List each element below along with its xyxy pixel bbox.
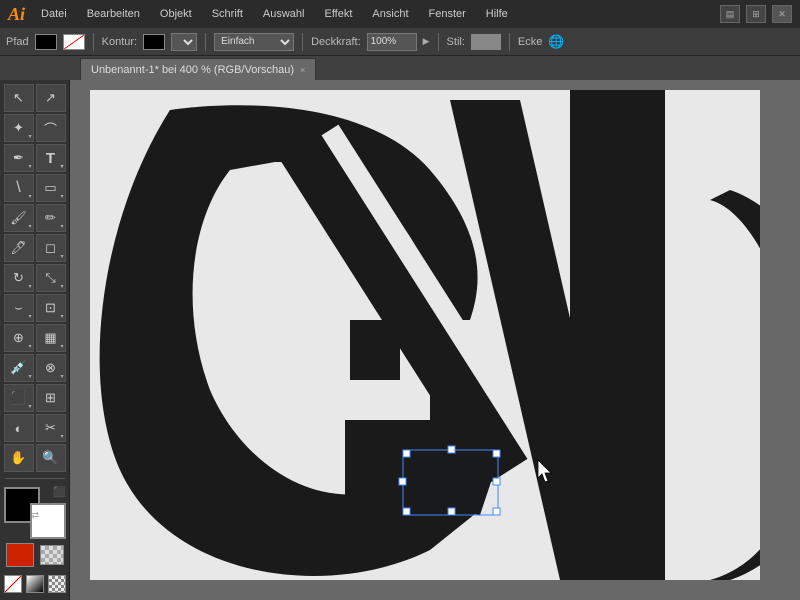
tool-row-11: ⬛▾ ⊞ [2,384,68,412]
shape-tool[interactable]: ▭▾ [36,174,66,202]
menu-objekt[interactable]: Objekt [156,6,196,22]
paintbrush-tool[interactable]: 🖌▾ [4,204,34,232]
magic-wand-tool[interactable]: ✦▾ [4,114,34,142]
pattern-fill-swatch[interactable] [48,575,66,593]
tool-row-9: ⊕▾ ▦▾ [2,324,68,352]
menu-bar: Datei Bearbeiten Objekt Schrift Auswahl … [37,6,512,22]
pencil-tool[interactable]: ✏▾ [36,204,66,232]
arrange-icon[interactable]: ⊞ [746,5,766,23]
eyedropper-tool[interactable]: 💉▾ [4,354,34,382]
tool-row-13: ✋ 🔍 [2,444,68,472]
reset-colors[interactable]: ⬛ [53,487,65,498]
document-tab[interactable]: Unbenannt-1* bei 400 % (RGB/Vorschau) × [80,58,316,80]
rotate-tool[interactable]: ↻▾ [4,264,34,292]
symbol-tool[interactable]: ⊕▾ [4,324,34,352]
fill-swatch[interactable] [35,34,57,50]
tab-title: Unbenannt-1* bei 400 % (RGB/Vorschau) [91,64,294,76]
tool-row-4: \▾ ▭▾ [2,174,68,202]
menu-effekt[interactable]: Effekt [320,6,356,22]
none-swatch[interactable] [4,575,22,593]
scissors-tool[interactable]: ✂▾ [36,414,66,442]
tool-row-3: ✒▾ T▾ [2,144,68,172]
app-logo: Ai [8,4,25,25]
menu-bearbeiten[interactable]: Bearbeiten [83,6,144,22]
canvas-area [70,80,800,600]
zoom-tool[interactable]: 🔍 [36,444,66,472]
options-bar: Pfad Kontur: Einfach Deckkraft: ▶ Stil: … [0,28,800,56]
tool-row-2: ✦▾ ⌒ [2,114,68,142]
hand-tool[interactable]: ✋ [4,444,34,472]
color-swatches: ⬛ ⇄ [4,487,66,540]
ecke-label: Ecke [518,36,542,48]
sep4 [438,33,439,51]
blob-brush-tool[interactable]: 🖊 [4,234,34,262]
color-separator [5,478,65,479]
tool-row-8: ⌣▾ ⊡▾ [2,294,68,322]
menu-schrift[interactable]: Schrift [208,6,247,22]
eraser-tool[interactable]: ◻▾ [36,234,66,262]
swap-colors[interactable]: ⇄ [32,510,40,521]
gradient-tool[interactable]: ◐ [4,414,34,442]
title-right-icons: ▤ ⊞ ✕ [720,5,792,23]
stil-label: Stil: [447,36,465,48]
workspace-icon[interactable]: ▤ [720,5,740,23]
letter-l-bar [570,90,665,580]
menu-ansicht[interactable]: Ansicht [368,6,412,22]
tool-row-5: 🖌▾ ✏▾ [2,204,68,232]
sep2 [205,33,206,51]
free-transform-tool[interactable]: ⊡▾ [36,294,66,322]
line-tool[interactable]: \▾ [4,174,34,202]
type-tool[interactable]: T▾ [36,144,66,172]
sep5 [509,33,510,51]
menu-hilfe[interactable]: Hilfe [482,6,512,22]
selected-object [399,446,500,515]
artboard [90,90,760,580]
toolbar: ↖ ↗ ✦▾ ⌒ ✒▾ T▾ \▾ ▭▾ 🖌▾ ✏▾ 🖊 ◻▾ ↻▾ ⤡▾ ⌣▾ [0,80,70,600]
stroke-swatch-none[interactable] [63,34,85,50]
sep3 [302,33,303,51]
deckkraft-label: Deckkraft: [311,36,361,48]
graph-tool[interactable]: ▦▾ [36,324,66,352]
close-icon[interactable]: ✕ [772,5,792,23]
menu-datei[interactable]: Datei [37,6,71,22]
selection-tool[interactable]: ↖ [4,84,34,112]
sep1 [93,33,94,51]
tab-close-button[interactable]: × [300,65,305,75]
menu-fenster[interactable]: Fenster [425,6,470,22]
background-color[interactable] [30,503,66,539]
tool-row-7: ↻▾ ⤡▾ [2,264,68,292]
deckkraft-arrow[interactable]: ▶ [423,36,430,47]
kontur-select[interactable] [171,33,197,51]
pattern-swatch[interactable] [40,545,64,565]
mesh-tool[interactable]: ⊞ [36,384,66,412]
deckkraft-input[interactable] [367,33,417,51]
stil-swatch[interactable] [471,34,501,50]
kontur-swatch[interactable] [143,34,165,50]
title-bar: Ai Datei Bearbeiten Objekt Schrift Auswa… [0,0,800,28]
red-overlay-swatch[interactable] [6,543,34,567]
lasso-tool[interactable]: ⌒ [36,114,66,142]
pen-tool[interactable]: ✒▾ [4,144,34,172]
kontur-label: Kontur: [102,36,137,48]
global-icon[interactable]: 🌐 [548,34,564,50]
tool-row-10: 💉▾ ⊗▾ [2,354,68,382]
tool-row-1: ↖ ↗ [2,84,68,112]
tool-row-6: 🖊 ◻▾ [2,234,68,262]
blend-tool[interactable]: ⊗▾ [36,354,66,382]
main-area: ↖ ↗ ✦▾ ⌒ ✒▾ T▾ \▾ ▭▾ 🖌▾ ✏▾ 🖊 ◻▾ ↻▾ ⤡▾ ⌣▾ [0,80,800,600]
scale-tool[interactable]: ⤡▾ [36,264,66,292]
warp-tool[interactable]: ⌣▾ [4,294,34,322]
menu-auswahl[interactable]: Auswahl [259,6,309,22]
path-label: Pfad [6,36,29,48]
tool-row-12: ◐ ✂▾ [2,414,68,442]
artwork-svg [90,90,760,580]
live-paint-tool[interactable]: ⬛▾ [4,384,34,412]
stroke-select[interactable]: Einfach [214,33,294,51]
direct-selection-tool[interactable]: ↗ [36,84,66,112]
gradient-swatch[interactable] [26,575,44,593]
tab-bar: Unbenannt-1* bei 400 % (RGB/Vorschau) × [0,56,800,80]
